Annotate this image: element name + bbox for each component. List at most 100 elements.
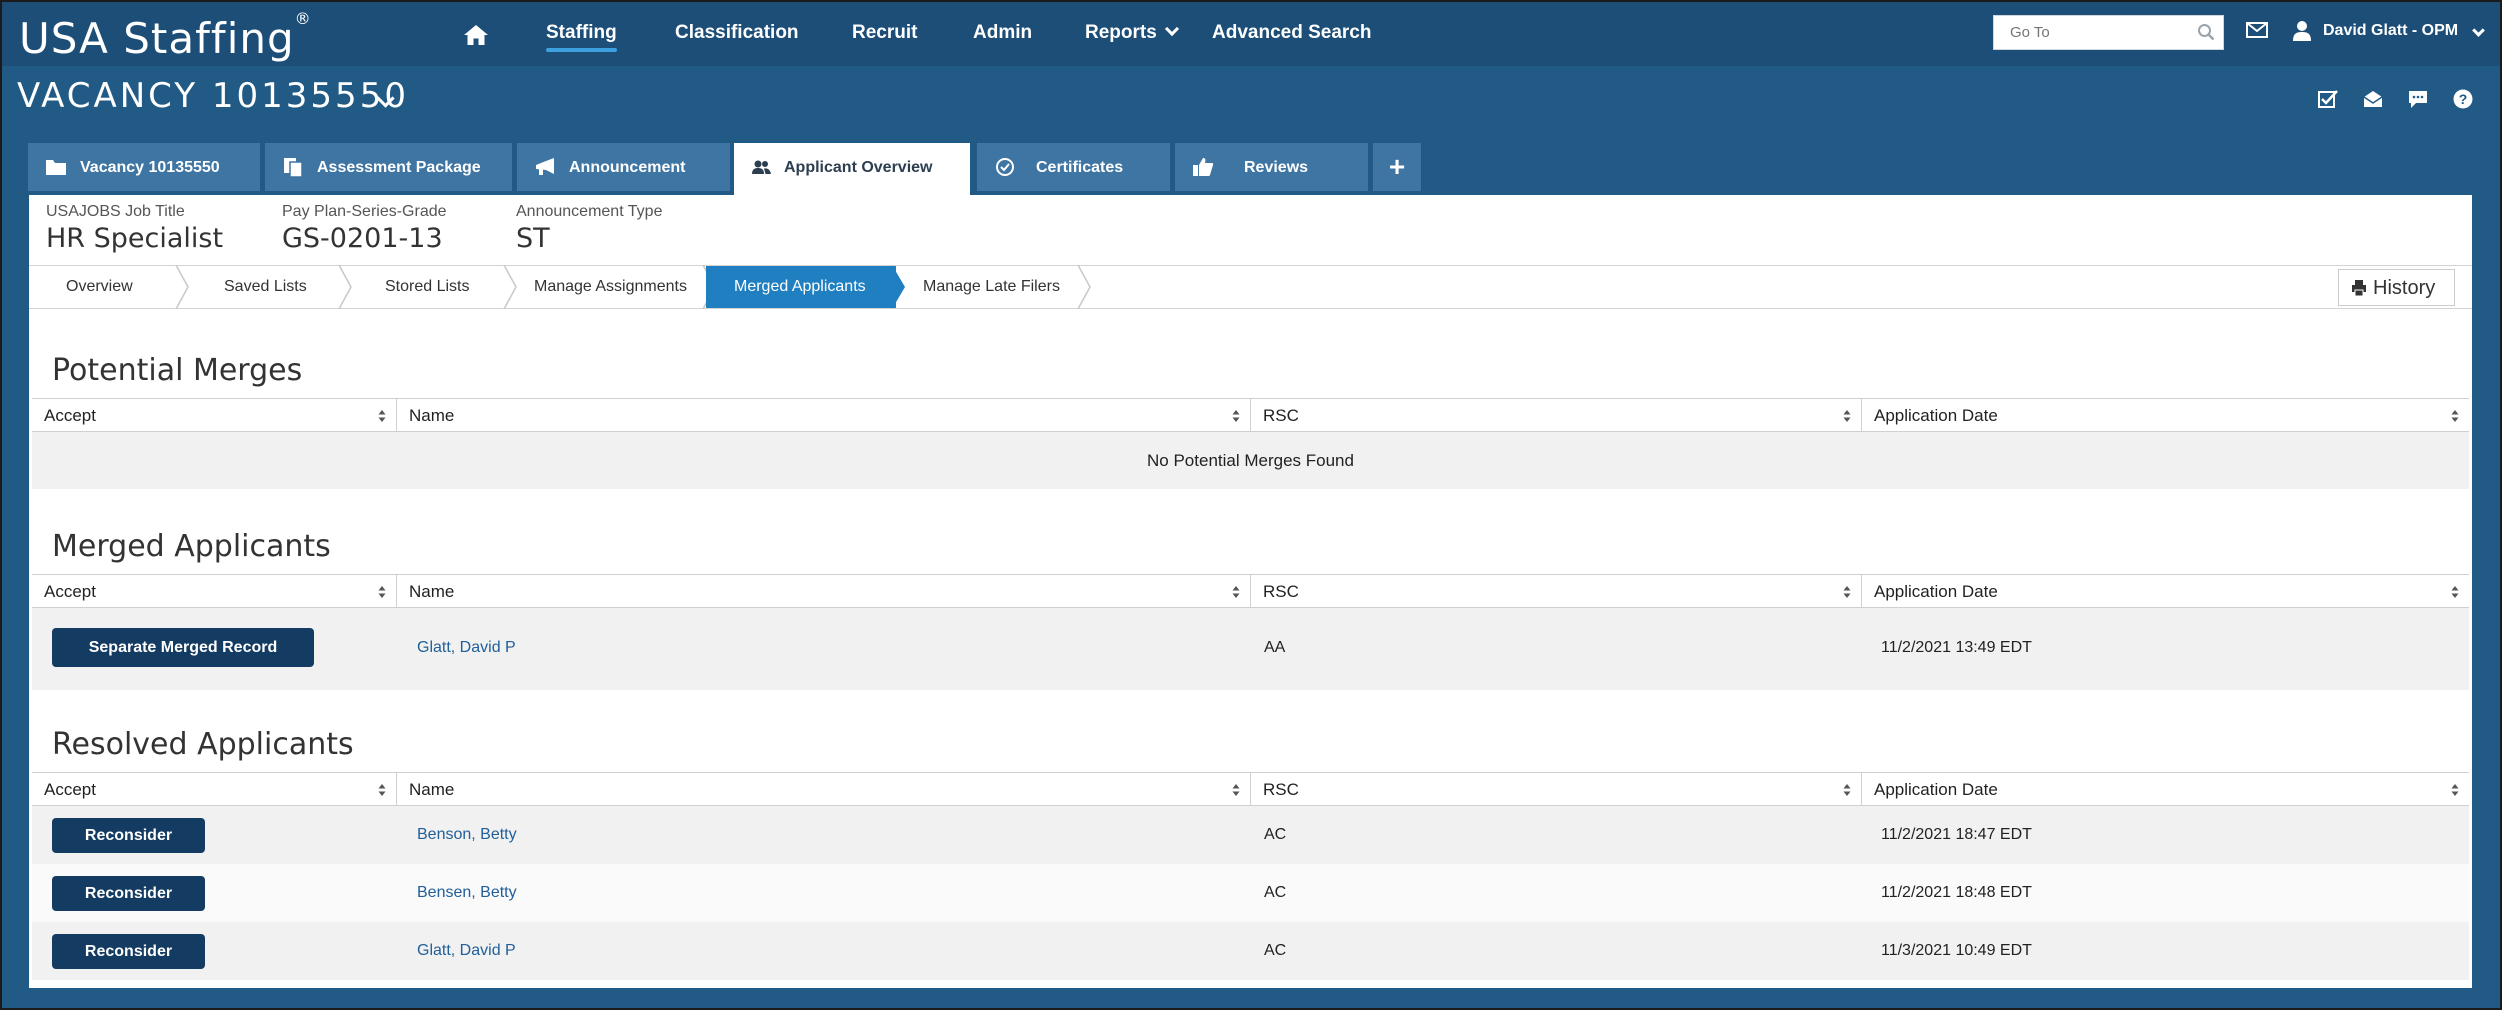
column-label: Accept: [44, 582, 96, 601]
job-title-value: HR Specialist: [46, 223, 224, 254]
chevron-down-icon[interactable]: [2472, 24, 2485, 37]
column-header-name[interactable]: Name: [397, 575, 1251, 608]
applicant-name-link[interactable]: Benson, Betty: [417, 826, 517, 844]
users-icon: [752, 160, 771, 174]
plus-icon: +: [1388, 151, 1406, 182]
table-row: Separate Merged Record Glatt, David P AA…: [32, 608, 2469, 690]
step-separator: [1077, 265, 1091, 309]
mail-icon[interactable]: [2246, 22, 2268, 38]
column-header-accept[interactable]: Accept: [32, 575, 397, 608]
sort-icon: [378, 586, 386, 598]
grade-block: Pay Plan-Series-Grade GS-0201-13: [282, 203, 447, 254]
sort-icon: [378, 784, 386, 796]
nav-recruit[interactable]: Recruit: [852, 20, 917, 46]
open-mail-icon[interactable]: [2362, 88, 2384, 110]
nav-staffing[interactable]: Staffing: [546, 20, 617, 52]
sort-icon: [1232, 784, 1240, 796]
tab-assessment-package[interactable]: Assessment Package: [265, 143, 512, 191]
main-panel: USAJOBS Job Title HR Specialist Pay Plan…: [29, 195, 2472, 988]
job-title-label: USAJOBS Job Title: [46, 203, 185, 220]
megaphone-icon: [536, 158, 554, 175]
step-overview[interactable]: Overview: [29, 265, 189, 309]
step-saved-lists[interactable]: Saved Lists: [179, 265, 352, 309]
nav-admin[interactable]: Admin: [973, 20, 1032, 46]
tab-announcement[interactable]: Announcement: [517, 143, 730, 191]
column-label: Application Date: [1874, 582, 1998, 601]
step-label: Overview: [66, 278, 133, 295]
rsc-value: AC: [1264, 884, 1287, 901]
table-row: Reconsider Glatt, David P AC 11/3/2021 1…: [32, 922, 2469, 980]
column-header-application-date[interactable]: Application Date: [1862, 773, 2469, 806]
history-label: History: [2373, 277, 2436, 299]
tab-applicant-overview[interactable]: Applicant Overview: [734, 143, 970, 195]
tab-label: Certificates: [1036, 159, 1124, 176]
user-menu[interactable]: David Glatt - OPM: [2323, 22, 2458, 40]
grade-value: GS-0201-13: [282, 223, 443, 254]
goto-input[interactable]: [1993, 15, 2224, 50]
column-header-application-date[interactable]: Application Date: [1862, 399, 2469, 432]
app-logo[interactable]: USA Staffing®: [19, 8, 312, 64]
help-icon[interactable]: ?: [2452, 88, 2474, 110]
applicant-name-link[interactable]: Bensen, Betty: [417, 884, 517, 902]
reconsider-button[interactable]: Reconsider: [52, 934, 205, 969]
column-header-rsc[interactable]: RSC: [1251, 773, 1862, 806]
table-row: Reconsider Benson, Betty AC 11/2/2021 18…: [32, 806, 2469, 864]
history-button[interactable]: History: [2338, 269, 2455, 306]
home-icon[interactable]: [463, 23, 489, 47]
folder-icon: [46, 160, 66, 175]
table-header: Accept Name RSC Application Date: [32, 772, 2469, 806]
merged-applicants-title: Merged Applicants: [52, 529, 331, 564]
step-merged-applicants[interactable]: Merged Applicants: [706, 265, 905, 309]
column-label: Accept: [44, 780, 96, 799]
reconsider-button[interactable]: Reconsider: [52, 876, 205, 911]
search-icon[interactable]: [2197, 23, 2215, 41]
step-label: Manage Assignments: [534, 278, 687, 295]
step-manage-assignments[interactable]: Manage Assignments: [507, 265, 716, 309]
merged-applicants-table: Accept Name RSC Application Date Separat…: [32, 574, 2469, 690]
column-header-rsc[interactable]: RSC: [1251, 399, 1862, 432]
reconsider-button[interactable]: Reconsider: [52, 818, 205, 853]
application-date-value: 11/2/2021 18:47 EDT: [1881, 826, 2032, 843]
sort-icon: [2451, 410, 2459, 422]
nav-advanced-search[interactable]: Advanced Search: [1212, 20, 1371, 46]
column-header-application-date[interactable]: Application Date: [1862, 575, 2469, 608]
chat-icon[interactable]: [2407, 88, 2429, 110]
column-header-name[interactable]: Name: [397, 399, 1251, 432]
sort-icon: [2451, 586, 2459, 598]
column-label: Name: [409, 780, 455, 799]
tab-label: Announcement: [569, 159, 686, 176]
column-header-accept[interactable]: Accept: [32, 399, 397, 432]
column-label: Accept: [44, 406, 96, 425]
nav-reports[interactable]: Reports: [1085, 20, 1179, 46]
table-header: Accept Name RSC Application Date: [32, 574, 2469, 608]
column-header-name[interactable]: Name: [397, 773, 1251, 806]
tab-label: Vacancy 10135550: [80, 159, 220, 176]
applicant-name-link[interactable]: Glatt, David P: [417, 639, 516, 657]
check-circle-icon: [996, 158, 1014, 176]
sort-icon: [2451, 784, 2459, 796]
empty-row: No Potential Merges Found: [32, 432, 2469, 489]
tab-label: Applicant Overview: [784, 159, 933, 176]
printer-icon: [2352, 280, 2366, 296]
checklist-icon[interactable]: [2317, 88, 2339, 110]
user-icon[interactable]: [2292, 20, 2312, 42]
column-header-accept[interactable]: Accept: [32, 773, 397, 806]
step-manage-late-filers[interactable]: Manage Late Filers: [896, 265, 1091, 309]
applicant-name-link[interactable]: Glatt, David P: [417, 942, 516, 960]
nav-classification[interactable]: Classification: [675, 20, 799, 46]
column-label: Application Date: [1874, 780, 1998, 799]
column-label: RSC: [1263, 582, 1299, 601]
step-stored-lists[interactable]: Stored Lists: [342, 265, 517, 309]
potential-merges-title: Potential Merges: [52, 353, 303, 388]
tab-vacancy[interactable]: Vacancy 10135550: [28, 143, 260, 191]
tab-reviews[interactable]: Reviews: [1175, 143, 1368, 191]
grade-label: Pay Plan-Series-Grade: [282, 203, 447, 220]
resolved-applicants-table: Accept Name RSC Application Date Reconsi…: [32, 772, 2469, 980]
column-header-rsc[interactable]: RSC: [1251, 575, 1862, 608]
announcement-type-label: Announcement Type: [516, 203, 663, 220]
tab-certificates[interactable]: Certificates: [977, 143, 1170, 191]
separate-merged-record-button[interactable]: Separate Merged Record: [52, 628, 314, 667]
thumbs-up-icon: [1193, 158, 1214, 176]
sort-icon: [378, 410, 386, 422]
add-tab-button[interactable]: +: [1373, 143, 1421, 191]
